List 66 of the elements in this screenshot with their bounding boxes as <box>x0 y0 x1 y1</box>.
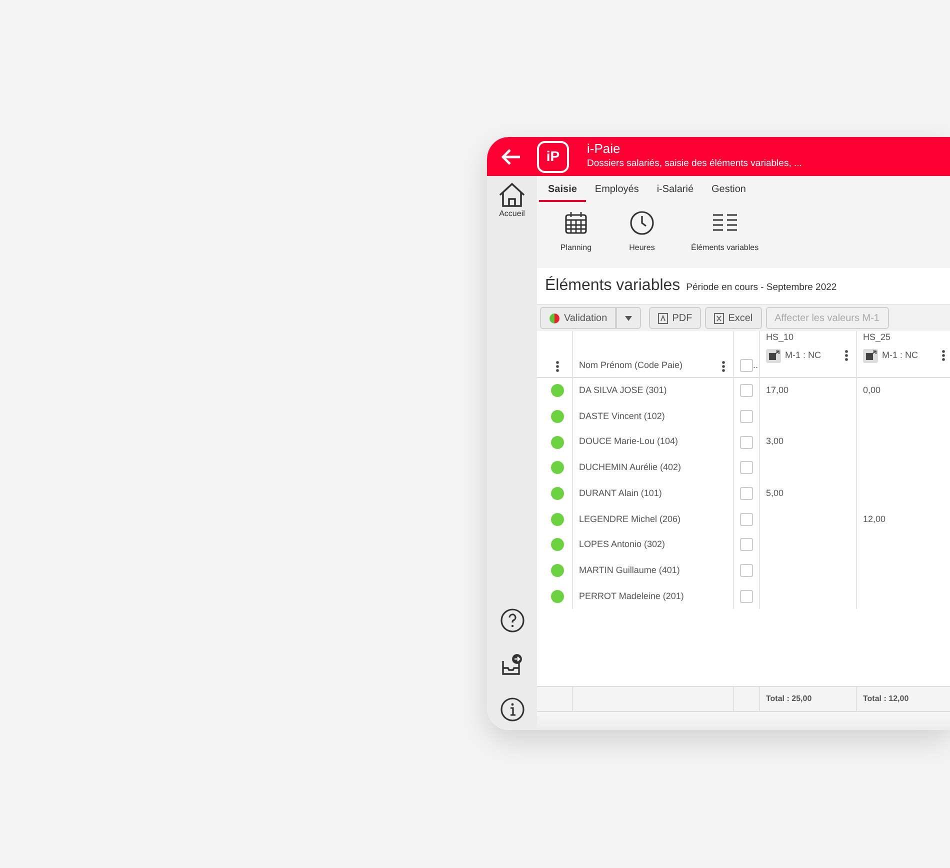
back-arrow-icon[interactable] <box>501 148 521 164</box>
excel-file-icon <box>714 312 724 324</box>
row-checkbox[interactable] <box>740 538 753 552</box>
value-cell[interactable]: 3,00 <box>766 435 784 449</box>
employee-name[interactable]: DOUCE Marie-Lou (104) <box>579 435 678 449</box>
pdf-file-icon <box>658 312 668 324</box>
home-icon[interactable] <box>498 182 526 208</box>
tab[interactable]: Saisie <box>539 178 586 202</box>
column-total: Total : 12,00 <box>863 693 909 705</box>
column-code: HS_10 <box>766 331 795 344</box>
tab[interactable]: Employés <box>586 178 648 202</box>
ribbon-item[interactable]: Planning <box>547 210 605 254</box>
calendar-icon <box>563 210 589 236</box>
employee-name[interactable]: DURANT Alain (101) <box>579 486 662 500</box>
row-checkbox[interactable] <box>740 410 753 424</box>
row-checkbox[interactable] <box>740 590 753 603</box>
previous-value: M-1 : NC <box>785 348 821 362</box>
value-cell[interactable]: 5,00 <box>766 486 784 500</box>
pdf-button[interactable]: PDF <box>649 307 702 329</box>
info-icon[interactable] <box>500 697 524 722</box>
employee-name[interactable]: LEGENDRE Michel (206) <box>579 512 681 526</box>
home-label[interactable]: Accueil <box>499 208 525 220</box>
dropdown-button[interactable] <box>616 307 642 329</box>
caret-icon <box>625 316 632 320</box>
employee-name[interactable]: DA SILVA JOSE (301) <box>579 384 667 398</box>
column-menu-icon[interactable] <box>845 350 848 361</box>
row-checkbox[interactable] <box>740 512 753 526</box>
row-checkbox[interactable] <box>740 384 753 398</box>
period-label: Période en cours - Septembre 2022 <box>686 281 837 295</box>
column-header: .. <box>753 358 758 372</box>
row-checkbox[interactable] <box>740 436 753 449</box>
ribbon-item[interactable]: Heures <box>613 210 671 254</box>
column-menu-icon[interactable] <box>722 361 725 372</box>
value-cell[interactable]: 12,00 <box>863 512 886 526</box>
employee-name[interactable]: LOPES Antonio (302) <box>579 538 666 552</box>
app-subtitle: Dossiers salariés, saisie des éléments variables, ... <box>587 156 802 171</box>
employee-name[interactable]: DUCHEMIN Aurélie (402) <box>579 461 682 475</box>
status-icon <box>549 312 560 324</box>
value-cell[interactable]: 17,00 <box>766 384 789 398</box>
app-title: i-Paie <box>587 142 622 157</box>
value-cell[interactable]: 0,00 <box>863 384 881 398</box>
help-icon[interactable] <box>500 608 524 633</box>
column-menu-icon[interactable] <box>556 361 559 372</box>
row-checkbox[interactable] <box>740 564 753 578</box>
validation-button[interactable]: Validation <box>540 307 616 329</box>
column-total: Total : 25,00 <box>766 693 812 705</box>
select-all-checkbox[interactable] <box>740 359 753 372</box>
tab[interactable]: Gestion <box>702 178 755 202</box>
inbox-export-icon[interactable] <box>500 653 524 677</box>
excel-button[interactable]: Excel <box>705 307 762 329</box>
employee-name[interactable]: PERROT Madeleine (201) <box>579 590 684 604</box>
row-checkbox[interactable] <box>740 461 753 474</box>
column-header: Nom Prénom (Code Paie) <box>579 358 683 372</box>
previous-value: M-1 : NC <box>882 348 918 362</box>
page-title: Éléments variables <box>545 275 680 296</box>
column-menu-icon[interactable] <box>942 350 945 361</box>
ribbon-item[interactable]: Éléments variables <box>685 210 765 254</box>
column-code: HS_25 <box>863 331 892 344</box>
employee-name[interactable]: DASTE Vincent (102) <box>579 410 665 424</box>
app-logo: iP <box>537 140 569 172</box>
employee-name[interactable]: MARTIN Guillaume (401) <box>579 564 680 578</box>
clock-icon <box>629 210 655 236</box>
tab[interactable]: i-Salarié <box>648 178 703 202</box>
import-icon[interactable] <box>766 348 781 362</box>
import-icon[interactable] <box>863 348 878 362</box>
row-checkbox[interactable] <box>740 487 753 500</box>
